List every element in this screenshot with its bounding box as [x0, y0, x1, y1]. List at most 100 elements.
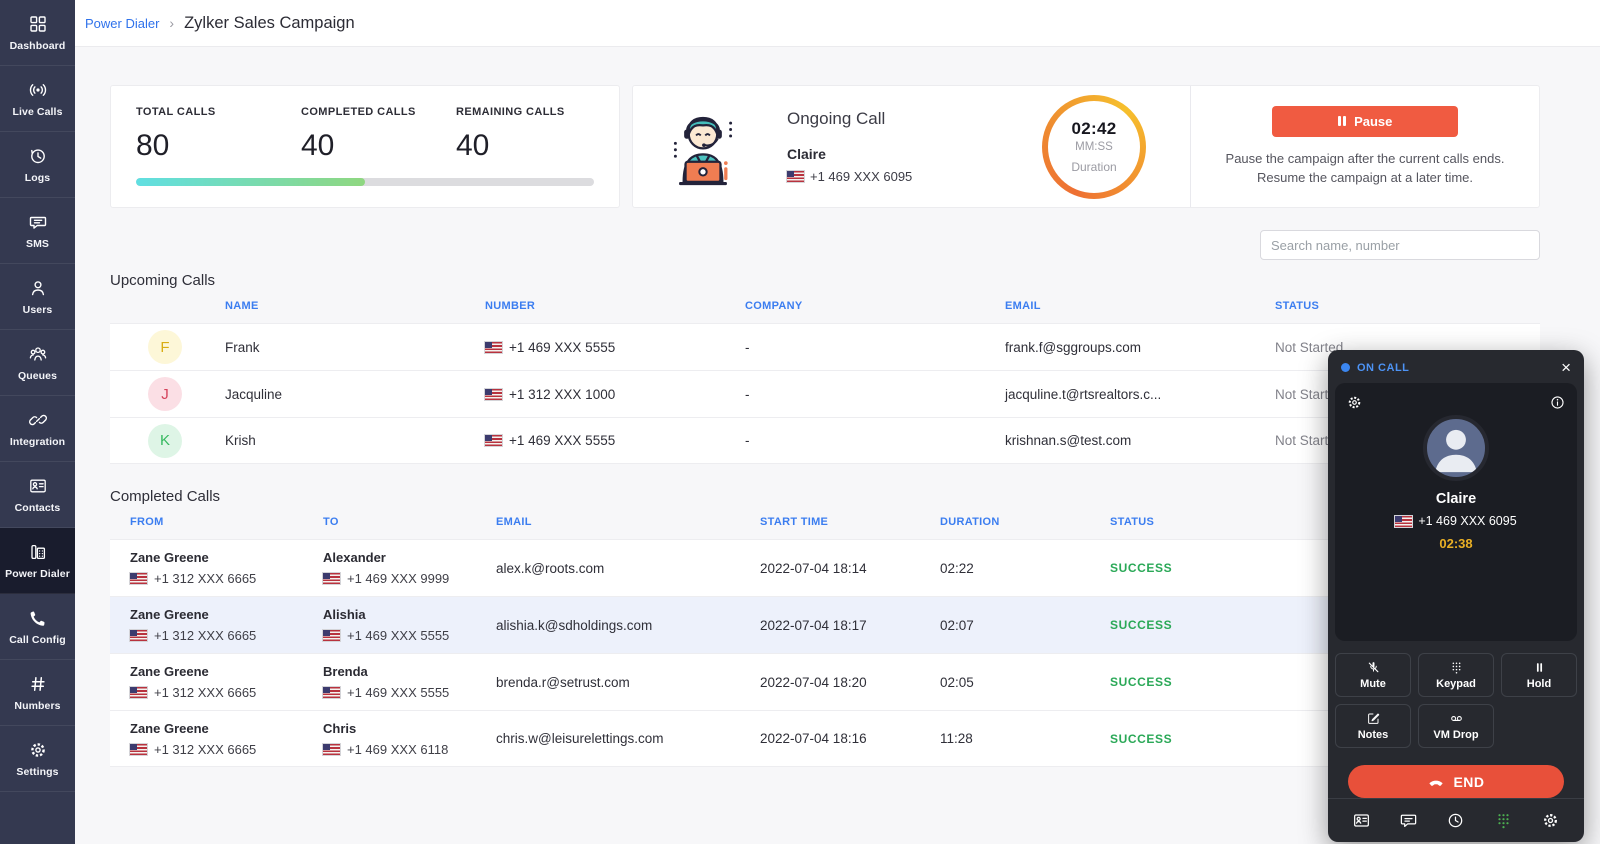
- to-name: Alexander: [323, 550, 496, 565]
- contact-number: +1 469 XXX 5555: [485, 340, 745, 355]
- stat-value: 80: [136, 129, 301, 163]
- us-flag-icon: [1395, 516, 1412, 527]
- widget-settings-gear-icon[interactable]: [1346, 394, 1363, 411]
- contacts-card-icon: [28, 476, 48, 496]
- power-dialer-phone-icon: [28, 542, 48, 562]
- breadcrumb-power-dialer-link[interactable]: Power Dialer: [85, 16, 159, 31]
- breadcrumb-chevron-icon: ›: [169, 15, 174, 31]
- sidebar-label: Settings: [16, 766, 58, 778]
- us-flag-icon: [130, 744, 147, 755]
- pause-description-line1: Pause the campaign after the current cal…: [1221, 150, 1509, 169]
- completed-call-row[interactable]: Zane Greene +1 312 XXX 6665 Brenda +1 46…: [110, 653, 1540, 710]
- from-number: +1 312 XXX 6665: [130, 742, 323, 757]
- logs-history-icon: [28, 146, 48, 166]
- to-number: +1 469 XXX 5555: [323, 628, 496, 643]
- sidebar-item-dashboard[interactable]: Dashboard: [0, 0, 75, 66]
- caller-avatar: [1423, 415, 1489, 481]
- call-duration-caption: Duration: [1071, 160, 1116, 174]
- settings-gear-icon[interactable]: [1541, 811, 1560, 830]
- campaign-progress-bar: [136, 178, 594, 186]
- sidebar-label: Dashboard: [10, 40, 66, 52]
- ongoing-call-left: Ongoing Call Claire +1 469 XXX 6095 02:4…: [633, 86, 1190, 207]
- stat-remaining-calls: REMAINING CALLS 40: [456, 106, 594, 163]
- keypad-button[interactable]: Keypad: [1418, 653, 1494, 697]
- call-widget-toolbar: [1328, 798, 1584, 842]
- sidebar-item-integration[interactable]: Integration: [0, 396, 75, 462]
- hold-pause-icon: [1532, 660, 1547, 675]
- completed-calls-title: Completed Calls: [110, 488, 1540, 505]
- avatar: K: [148, 424, 182, 458]
- dialpad-icon[interactable]: [1494, 811, 1513, 830]
- to-name: Alishia: [323, 607, 496, 622]
- search-input[interactable]: [1260, 230, 1540, 260]
- call-start-time: 2022-07-04 18:20: [760, 675, 940, 690]
- sidebar-item-power-dialer[interactable]: Power Dialer: [0, 528, 75, 594]
- completed-call-row[interactable]: Zane Greene +1 312 XXX 6665 Chris +1 469…: [110, 710, 1540, 767]
- sidebar-item-numbers[interactable]: Numbers: [0, 660, 75, 726]
- pause-description-line2: Resume the campaign at a later time.: [1221, 169, 1509, 188]
- us-flag-icon: [130, 687, 147, 698]
- sidebar-item-queues[interactable]: Queues: [0, 330, 75, 396]
- completed-call-row[interactable]: Zane Greene +1 312 XXX 6665 Alexander +1…: [110, 539, 1540, 596]
- campaign-progress-fill: [136, 178, 365, 186]
- chat-icon[interactable]: [1399, 811, 1418, 830]
- call-email: brenda.r@setrust.com: [496, 675, 760, 690]
- sidebar-item-logs[interactable]: Logs: [0, 132, 75, 198]
- sidebar-item-live-calls[interactable]: Live Calls: [0, 66, 75, 132]
- column-header-email: EMAIL: [1005, 300, 1275, 312]
- stats-grid: TOTAL CALLS 80 COMPLETED CALLS 40 REMAIN…: [136, 106, 594, 163]
- contact-number: +1 469 XXX 5555: [485, 433, 745, 448]
- mute-button[interactable]: Mute: [1335, 653, 1411, 697]
- avatar-cell: K: [110, 424, 225, 458]
- upcoming-call-row[interactable]: F Frank +1 469 XXX 5555 - frank.f@sggrou…: [110, 323, 1540, 370]
- end-call-label: END: [1453, 774, 1484, 790]
- sidebar-item-contacts[interactable]: Contacts: [0, 462, 75, 528]
- search-row: [110, 230, 1540, 260]
- upcoming-call-row[interactable]: K Krish +1 469 XXX 5555 - krishnan.s@tes…: [110, 417, 1540, 464]
- sidebar-item-settings[interactable]: Settings: [0, 726, 75, 792]
- call-duration-format: MM:SS: [1075, 141, 1113, 153]
- to-number: +1 469 XXX 5555: [323, 685, 496, 700]
- from-number: +1 312 XXX 6665: [130, 571, 323, 586]
- sidebar-label: Live Calls: [12, 106, 62, 118]
- column-header-number: NUMBER: [485, 300, 745, 312]
- sidebar-label: Integration: [10, 436, 65, 448]
- stat-total-calls: TOTAL CALLS 80: [136, 106, 301, 163]
- call-email: alishia.k@sdholdings.com: [496, 618, 760, 633]
- upcoming-call-row[interactable]: J Jacquline +1 312 XXX 1000 - jacquline.…: [110, 370, 1540, 417]
- us-flag-icon: [130, 573, 147, 584]
- upcoming-calls-title: Upcoming Calls: [110, 272, 1540, 289]
- hold-button[interactable]: Hold: [1501, 653, 1577, 697]
- sidebar-item-users[interactable]: Users: [0, 264, 75, 330]
- call-widget: ON CALL × Claire +1 469 XXX 6095 02:38: [1328, 350, 1584, 842]
- integration-link-icon: [28, 410, 48, 430]
- call-controls-row: Notes VM Drop: [1335, 704, 1577, 748]
- completed-calls-table: FROM TO EMAIL START TIME DURATION STATUS…: [110, 505, 1540, 767]
- sidebar-item-sms[interactable]: SMS: [0, 198, 75, 264]
- from-name: Zane Greene: [130, 607, 323, 622]
- info-icon[interactable]: [1549, 394, 1566, 411]
- numbers-hash-icon: [28, 674, 48, 694]
- notes-button[interactable]: Notes: [1335, 704, 1411, 748]
- completed-call-row[interactable]: Zane Greene +1 312 XXX 6665 Alishia +1 4…: [110, 596, 1540, 653]
- pause-campaign-button[interactable]: Pause: [1272, 106, 1458, 137]
- upcoming-calls-header: NAME NUMBER COMPANY EMAIL STATUS: [110, 289, 1540, 323]
- ongoing-call-title: Ongoing Call: [787, 109, 912, 129]
- vm-drop-button[interactable]: VM Drop: [1418, 704, 1494, 748]
- sidebar-label: Power Dialer: [5, 568, 70, 580]
- call-duration: 02:07: [940, 618, 1110, 633]
- avatar-cell: F: [110, 330, 225, 364]
- contact-card-icon[interactable]: [1352, 811, 1371, 830]
- call-agent-illustration: [657, 99, 749, 195]
- sms-chat-icon: [28, 212, 48, 232]
- from-cell: Zane Greene +1 312 XXX 6665: [130, 664, 323, 700]
- on-call-status-label: ON CALL: [1357, 362, 1409, 374]
- from-number: +1 312 XXX 6665: [130, 628, 323, 643]
- to-cell: Chris +1 469 XXX 6118: [323, 721, 496, 757]
- history-clock-icon[interactable]: [1446, 811, 1465, 830]
- end-call-button[interactable]: END: [1348, 765, 1564, 798]
- to-number: +1 469 XXX 9999: [323, 571, 496, 586]
- close-icon[interactable]: ×: [1561, 359, 1571, 376]
- sidebar-item-call-config[interactable]: Call Config: [0, 594, 75, 660]
- live-calls-icon: [28, 80, 48, 100]
